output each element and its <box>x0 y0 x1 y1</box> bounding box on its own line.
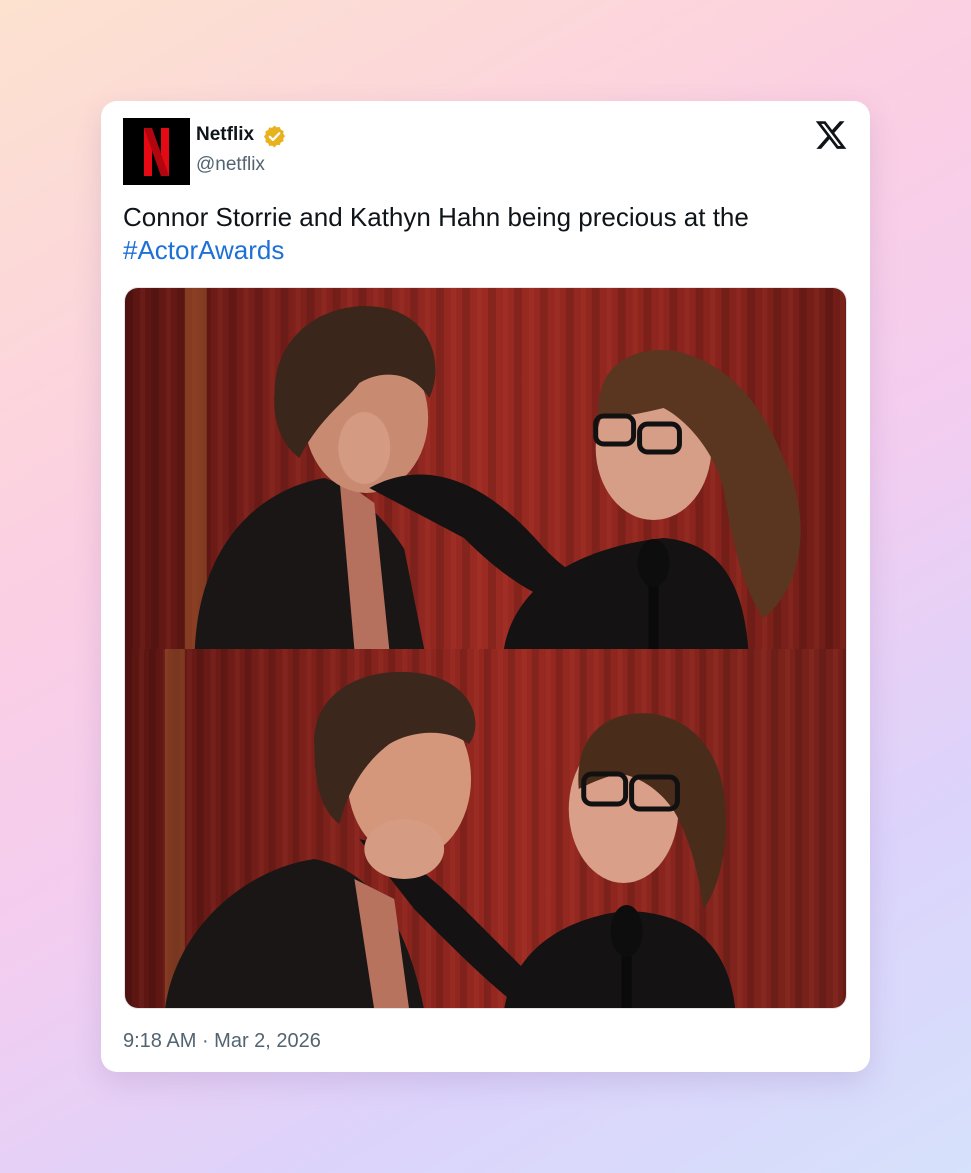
hashtag-link[interactable]: #ActorAwards <box>123 235 284 265</box>
tweet-media[interactable] <box>124 287 847 1009</box>
verified-badge-icon <box>262 124 287 149</box>
tweet-time: 9:18 AM <box>123 1030 197 1052</box>
tweet-timestamp[interactable]: 9:18 AM · Mar 2, 2026 <box>123 1029 321 1053</box>
display-name[interactable]: Netflix <box>196 123 254 147</box>
tweet-body: Connor Storrie and Kathyn Hahn being pre… <box>123 202 749 232</box>
netflix-avatar[interactable] <box>123 118 190 185</box>
tweet-card: Netflix @netflix Connor Storrie and Kath… <box>101 101 870 1072</box>
tweet-text: Connor Storrie and Kathyn Hahn being pre… <box>123 201 823 267</box>
tweet-date: Mar 2, 2026 <box>214 1030 321 1052</box>
media-photo-bottom[interactable] <box>125 649 846 1008</box>
x-logo-icon[interactable] <box>814 118 848 152</box>
media-photo-top[interactable] <box>125 288 846 649</box>
user-handle[interactable]: @netflix <box>196 153 265 177</box>
netflix-logo-icon <box>123 118 190 185</box>
timestamp-separator: · <box>196 1030 215 1052</box>
